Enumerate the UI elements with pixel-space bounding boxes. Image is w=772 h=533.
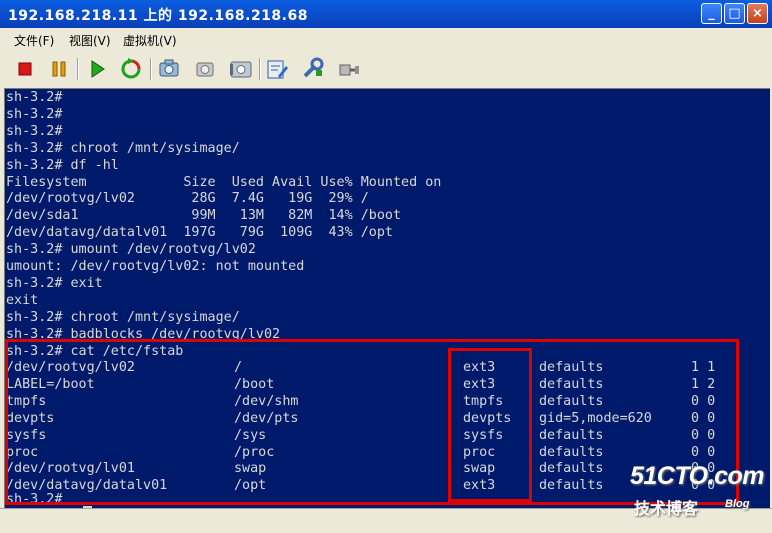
window-title: 192.168.218.11 上的 192.168.218.68 bbox=[8, 8, 308, 24]
title-bar: 192.168.218.11 上的 192.168.218.68 _ □ × bbox=[0, 0, 772, 28]
console-line: sh-3.2# umount /dev/rootvg/lv02 bbox=[6, 242, 256, 258]
close-button[interactable]: × bbox=[747, 3, 768, 24]
pause-icon[interactable] bbox=[46, 56, 72, 82]
console-line: /dev/sda1 99M 13M 82M 14% /boot bbox=[6, 208, 402, 224]
console-line: exit bbox=[6, 292, 39, 308]
vm-console[interactable]: sh-3.2# sh-3.2# sh-3.2# sh-3.2# chroot /mnt… bbox=[4, 88, 770, 508]
toolbar-separator bbox=[150, 58, 152, 80]
tools-icon[interactable] bbox=[300, 56, 326, 82]
menu-vm[interactable]: 虚拟机(V) bbox=[123, 32, 177, 49]
console-line: sh-3.2# exit bbox=[6, 275, 103, 291]
manage-snapshots-icon[interactable] bbox=[228, 56, 254, 82]
menu-bar: 文件(F) 视图(V) 虚拟机(V) bbox=[0, 28, 772, 50]
maximize-button[interactable]: □ bbox=[724, 3, 745, 24]
watermark-subtitle: 技术博客 bbox=[634, 499, 699, 518]
highlight-box-fstab bbox=[5, 339, 739, 505]
console-line: /dev/rootvg/lv02 28G 7.4G 19G 29% / bbox=[6, 191, 369, 207]
toolbar-separator bbox=[259, 58, 261, 80]
reset-icon[interactable] bbox=[118, 56, 144, 82]
console-line: /dev/datavg/datalv01 197G 79G 109G 43% /… bbox=[6, 225, 393, 241]
minimize-button[interactable]: _ bbox=[701, 3, 722, 24]
edit-settings-icon[interactable] bbox=[264, 56, 290, 82]
menu-file[interactable]: 文件(F) bbox=[14, 32, 54, 49]
console-line: sh-3.2# df -hl bbox=[6, 157, 119, 173]
toolbar-separator bbox=[77, 58, 79, 80]
console-line: sh-3.2# bbox=[6, 123, 63, 139]
console-line: sh-3.2# chroot /mnt/sysimage/ bbox=[6, 140, 240, 156]
play-icon[interactable] bbox=[84, 56, 110, 82]
snapshot-icon[interactable] bbox=[156, 56, 182, 82]
console-line: umount: /dev/rootvg/lv02: not mounted bbox=[6, 259, 305, 274]
stop-icon[interactable] bbox=[12, 56, 38, 82]
console-line: sh-3.2# bbox=[6, 106, 63, 122]
connect-device-icon[interactable] bbox=[336, 56, 362, 82]
console-line: sh-3.2# chroot /mnt/sysimage/ bbox=[6, 309, 240, 325]
watermark-blog: Blog bbox=[725, 498, 750, 510]
highlight-box-fstype bbox=[448, 348, 532, 502]
revert-snapshot-icon[interactable] bbox=[192, 56, 218, 82]
console-line: Filesystem Size Used Avail Use% Mounted … bbox=[6, 174, 442, 190]
menu-view[interactable]: 视图(V) bbox=[69, 32, 111, 49]
toolbar bbox=[0, 52, 772, 86]
console-line: sh-3.2# bbox=[6, 90, 63, 105]
watermark-logo: 51CTO.com bbox=[630, 462, 764, 490]
